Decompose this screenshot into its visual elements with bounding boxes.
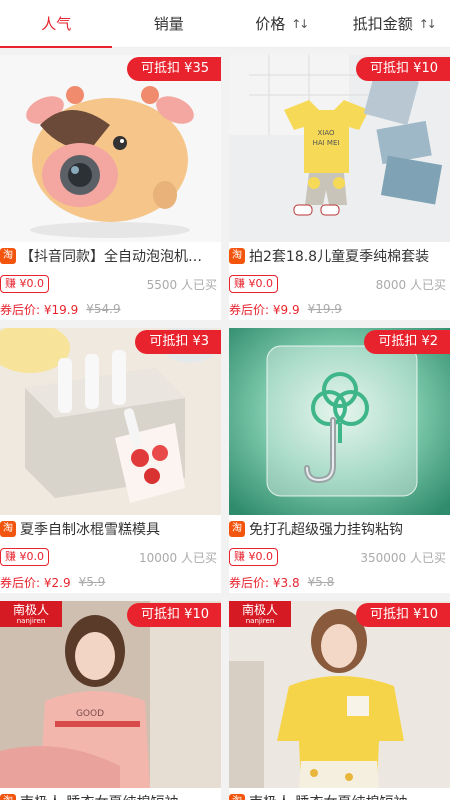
taobao-icon: 淘 — [229, 248, 245, 264]
product-card[interactable]: XIAO HAI MEI 可抵扣 ¥10 淘 拍2套18.8儿童夏季纯棉套装 赚… — [229, 55, 450, 320]
tab-sales[interactable]: 销量 — [113, 0, 226, 47]
coupon-price: 券后价: ¥2.9 — [0, 575, 71, 590]
product-card[interactable]: 可抵扣 ¥3 淘 夏季自制冰棍雪糕模具 赚 ¥0.0 10000 人已买 券后价… — [0, 328, 221, 593]
svg-text:GOOD: GOOD — [76, 709, 104, 719]
deduction-badge: 可抵扣 ¥10 — [356, 57, 450, 81]
earn-badge: 赚 ¥0.0 — [229, 548, 278, 566]
brand-logo: 南极人 nanjiren — [0, 601, 62, 627]
earn-badge: 赚 ¥0.0 — [0, 548, 49, 566]
product-title: 南极人 睡衣女夏纯棉短袖 — [20, 792, 178, 800]
sort-tabs: 人气 销量 价格 ↑↓ 抵扣金额 ↑↓ — [0, 0, 450, 48]
taobao-icon: 淘 — [229, 521, 245, 537]
product-card[interactable]: 可抵扣 ¥35 淘 【抖音同款】全自动泡泡机… 赚 ¥0.0 5500 人已买 … — [0, 55, 221, 320]
product-card[interactable]: 南极人 nanjiren 可抵扣 ¥10 淘 南极人 睡衣女夏纯棉短袖 — [229, 601, 450, 800]
svg-text:XIAO: XIAO — [317, 129, 335, 137]
product-card[interactable]: GOOD 南极人 nanjiren 可抵扣 ¥10 淘 南极人 睡衣女夏纯棉短袖 — [0, 601, 221, 800]
tab-price[interactable]: 价格 ↑↓ — [225, 0, 338, 47]
svg-text:HAI MEI: HAI MEI — [313, 139, 340, 147]
deduction-badge: 可抵扣 ¥35 — [127, 57, 221, 81]
deduction-badge: 可抵扣 ¥10 — [356, 603, 450, 627]
earn-badge: 赚 ¥0.0 — [0, 275, 49, 293]
sort-arrows-icon: ↑↓ — [418, 16, 437, 31]
product-title: 拍2套18.8儿童夏季纯棉套装 — [249, 249, 430, 265]
taobao-icon: 淘 — [0, 794, 16, 800]
product-image-popsicle-mold: 可抵扣 ¥3 — [0, 328, 221, 515]
product-title: 免打孔超级强力挂钩粘钩 — [249, 522, 403, 538]
product-title: 夏季自制冰棍雪糕模具 — [20, 522, 160, 538]
product-image-pig-bubble-machine: 可抵扣 ¥35 — [0, 55, 221, 242]
product-image-kids-clothing-set: XIAO HAI MEI 可抵扣 ¥10 — [229, 55, 450, 242]
original-price: ¥54.9 — [86, 302, 121, 316]
tab-deduction[interactable]: 抵扣金额 ↑↓ — [338, 0, 450, 47]
product-image-clear-adhesive-hook: 可抵扣 ¥2 — [229, 328, 450, 515]
earn-badge: 赚 ¥0.0 — [229, 275, 278, 293]
taobao-icon: 淘 — [0, 521, 16, 537]
product-title: 南极人 睡衣女夏纯棉短袖 — [249, 792, 407, 800]
sold-count: 350000 人已买 — [360, 550, 446, 565]
product-title: 【抖音同款】全自动泡泡机… — [20, 249, 202, 265]
coupon-price: 券后价: ¥3.8 — [229, 575, 300, 590]
sold-count: 10000 人已买 — [139, 550, 217, 565]
coupon-price: 券后价: ¥19.9 — [0, 302, 79, 317]
original-price: ¥5.8 — [307, 575, 335, 589]
brand-logo: 南极人 nanjiren — [229, 601, 291, 627]
product-image-pajamas-pink: GOOD 南极人 nanjiren 可抵扣 ¥10 — [0, 601, 221, 788]
product-card[interactable]: 可抵扣 ¥2 淘 免打孔超级强力挂钩粘钩 赚 ¥0.0 350000 人已买 券… — [229, 328, 450, 593]
sort-arrows-icon: ↑↓ — [291, 16, 309, 31]
product-image-pajamas-yellow: 南极人 nanjiren 可抵扣 ¥10 — [229, 601, 450, 788]
taobao-icon: 淘 — [229, 794, 245, 800]
deduction-badge: 可抵扣 ¥2 — [364, 330, 450, 354]
original-price: ¥19.9 — [307, 302, 342, 316]
sold-count: 8000 人已买 — [375, 277, 446, 292]
taobao-icon: 淘 — [0, 248, 16, 264]
original-price: ¥5.9 — [78, 575, 106, 589]
deduction-badge: 可抵扣 ¥3 — [135, 330, 221, 354]
sold-count: 5500 人已买 — [146, 277, 217, 292]
tab-popular[interactable]: 人气 — [0, 0, 113, 48]
coupon-price: 券后价: ¥9.9 — [229, 302, 300, 317]
deduction-badge: 可抵扣 ¥10 — [127, 603, 221, 627]
